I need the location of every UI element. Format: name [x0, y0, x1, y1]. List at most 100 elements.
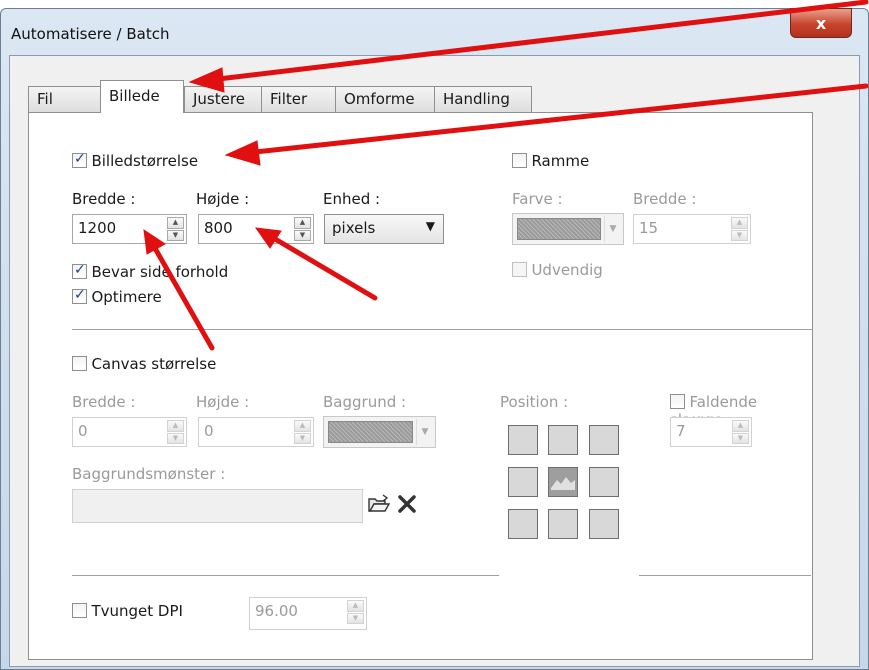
- pattern-label: Baggrundsmønster :: [72, 465, 226, 483]
- canvas-background-label: Baggrund :: [323, 393, 407, 411]
- tab-filter[interactable]: Filter: [261, 86, 336, 112]
- optimize-checkbox[interactable]: [72, 287, 87, 304]
- stepper-down-icon[interactable]: ▼: [731, 229, 748, 241]
- height-value: 800: [204, 219, 233, 237]
- frame-checkbox-row[interactable]: Ramme: [512, 152, 589, 170]
- image-size-label: Billedstørrelse: [91, 152, 199, 170]
- dpi-label: Tvunget DPI: [91, 602, 183, 620]
- divider: [72, 329, 812, 330]
- position-label: Position :: [500, 393, 569, 411]
- stepper-up-icon[interactable]: ▲: [294, 217, 311, 229]
- frame-width-input[interactable]: 15 ▲ ▼: [633, 214, 751, 244]
- billede-tab-page: Billedstørrelse Bredde : Højde : Enhed :…: [28, 112, 813, 660]
- frame-color-picker[interactable]: ▼: [512, 213, 624, 245]
- position-bottom-left[interactable]: [508, 509, 538, 539]
- frame-label: Ramme: [531, 152, 590, 170]
- divider: [639, 575, 811, 576]
- tab-justere[interactable]: Justere: [184, 86, 262, 112]
- dpi-value: 96.00: [255, 602, 298, 620]
- canvas-width-value: 0: [78, 422, 88, 440]
- shadow-stepper[interactable]: ▲ ▼: [732, 420, 749, 444]
- stepper-up-icon[interactable]: ▲: [167, 420, 184, 432]
- position-bottom-center[interactable]: [548, 509, 578, 539]
- keep-ratio-row[interactable]: Bevar side forhold: [72, 262, 228, 281]
- frame-width-value: 15: [639, 219, 659, 237]
- outside-checkbox[interactable]: [512, 262, 527, 277]
- canvas-checkbox-row[interactable]: Canvas størrelse: [72, 355, 216, 373]
- stepper-down-icon[interactable]: ▼: [732, 432, 749, 444]
- position-middle-right[interactable]: [589, 467, 619, 497]
- position-bottom-right[interactable]: [589, 509, 619, 539]
- canvas-background-picker[interactable]: ▼: [323, 416, 436, 448]
- position-top-center[interactable]: [548, 425, 578, 455]
- stepper-down-icon[interactable]: ▼: [294, 229, 311, 241]
- chevron-down-icon: ▼: [604, 216, 621, 242]
- dpi-input[interactable]: 96.00 ▲ ▼: [249, 597, 367, 630]
- canvas-checkbox[interactable]: [72, 356, 87, 371]
- stepper-up-icon[interactable]: ▲: [347, 600, 364, 612]
- shadow-value: 7: [676, 422, 686, 440]
- image-size-checkbox-row[interactable]: Billedstørrelse: [72, 151, 199, 170]
- tab-fil[interactable]: Fil: [28, 86, 101, 112]
- dpi-checkbox[interactable]: [72, 603, 87, 618]
- image-size-checkbox[interactable]: [72, 151, 87, 168]
- position-top-right[interactable]: [589, 425, 619, 455]
- unit-value: pixels: [332, 219, 376, 237]
- width-input[interactable]: 1200 ▲ ▼: [72, 214, 187, 244]
- shadow-input[interactable]: 7 ▲ ▼: [670, 417, 752, 447]
- canvas-width-stepper[interactable]: ▲ ▼: [167, 420, 184, 444]
- stepper-up-icon[interactable]: ▲: [732, 420, 749, 432]
- height-stepper[interactable]: ▲ ▼: [294, 217, 311, 241]
- canvas-width-label: Bredde :: [72, 393, 136, 411]
- canvas-height-label: Højde :: [196, 393, 250, 411]
- tab-omforme[interactable]: Omforme: [335, 86, 435, 112]
- stepper-down-icon[interactable]: ▼: [294, 432, 311, 444]
- canvas-label: Canvas størrelse: [91, 355, 217, 373]
- landscape-icon: [551, 477, 575, 490]
- stepper-up-icon[interactable]: ▲: [731, 217, 748, 229]
- frame-checkbox[interactable]: [512, 153, 527, 168]
- keep-ratio-checkbox[interactable]: [72, 262, 87, 279]
- stepper-down-icon[interactable]: ▼: [167, 229, 184, 241]
- shadow-checkbox[interactable]: [670, 394, 685, 409]
- position-top-left[interactable]: [508, 425, 538, 455]
- width-value: 1200: [78, 219, 117, 237]
- color-swatch: [328, 421, 413, 443]
- dpi-stepper[interactable]: ▲ ▼: [347, 600, 364, 624]
- chevron-down-icon: ▼: [425, 219, 435, 233]
- unit-label: Enhed :: [323, 190, 381, 208]
- canvas-width-input[interactable]: 0 ▲ ▼: [72, 417, 187, 447]
- unit-select[interactable]: pixels ▼: [324, 214, 444, 244]
- frame-width-label: Bredde :: [633, 190, 697, 208]
- tab-handling[interactable]: Handling: [434, 86, 532, 112]
- close-icon: x: [815, 13, 827, 33]
- clear-x-icon[interactable]: [397, 494, 417, 518]
- pattern-input[interactable]: [72, 489, 363, 523]
- close-button[interactable]: x: [790, 8, 852, 38]
- window-title: Automatisere / Batch: [11, 25, 170, 43]
- position-center[interactable]: [548, 467, 578, 497]
- stepper-down-icon[interactable]: ▼: [347, 612, 364, 624]
- frame-width-stepper[interactable]: ▲ ▼: [731, 217, 748, 241]
- dialog-client: Fil Billede Justere Filter Omforme Handl…: [9, 55, 860, 667]
- frame-color-label: Farve :: [512, 190, 563, 208]
- optimize-row[interactable]: Optimere: [72, 287, 162, 306]
- chevron-down-icon: ▼: [416, 419, 433, 445]
- width-label: Bredde :: [72, 190, 136, 208]
- tab-billede[interactable]: Billede: [100, 80, 184, 113]
- position-middle-left[interactable]: [508, 467, 538, 497]
- stepper-down-icon[interactable]: ▼: [167, 432, 184, 444]
- stepper-up-icon[interactable]: ▲: [294, 420, 311, 432]
- color-swatch: [517, 218, 601, 240]
- outside-row[interactable]: Udvendig: [512, 261, 603, 279]
- canvas-height-stepper[interactable]: ▲ ▼: [294, 420, 311, 444]
- dialog-window: Automatisere / Batch x Fil Billede Juste…: [0, 8, 869, 670]
- optimize-label: Optimere: [91, 288, 162, 306]
- width-stepper[interactable]: ▲ ▼: [167, 217, 184, 241]
- outside-label: Udvendig: [531, 261, 603, 279]
- height-input[interactable]: 800 ▲ ▼: [198, 214, 314, 244]
- stepper-up-icon[interactable]: ▲: [167, 217, 184, 229]
- canvas-height-input[interactable]: 0 ▲ ▼: [198, 417, 314, 447]
- open-folder-icon[interactable]: [367, 494, 391, 518]
- dpi-checkbox-row[interactable]: Tvunget DPI: [72, 602, 183, 620]
